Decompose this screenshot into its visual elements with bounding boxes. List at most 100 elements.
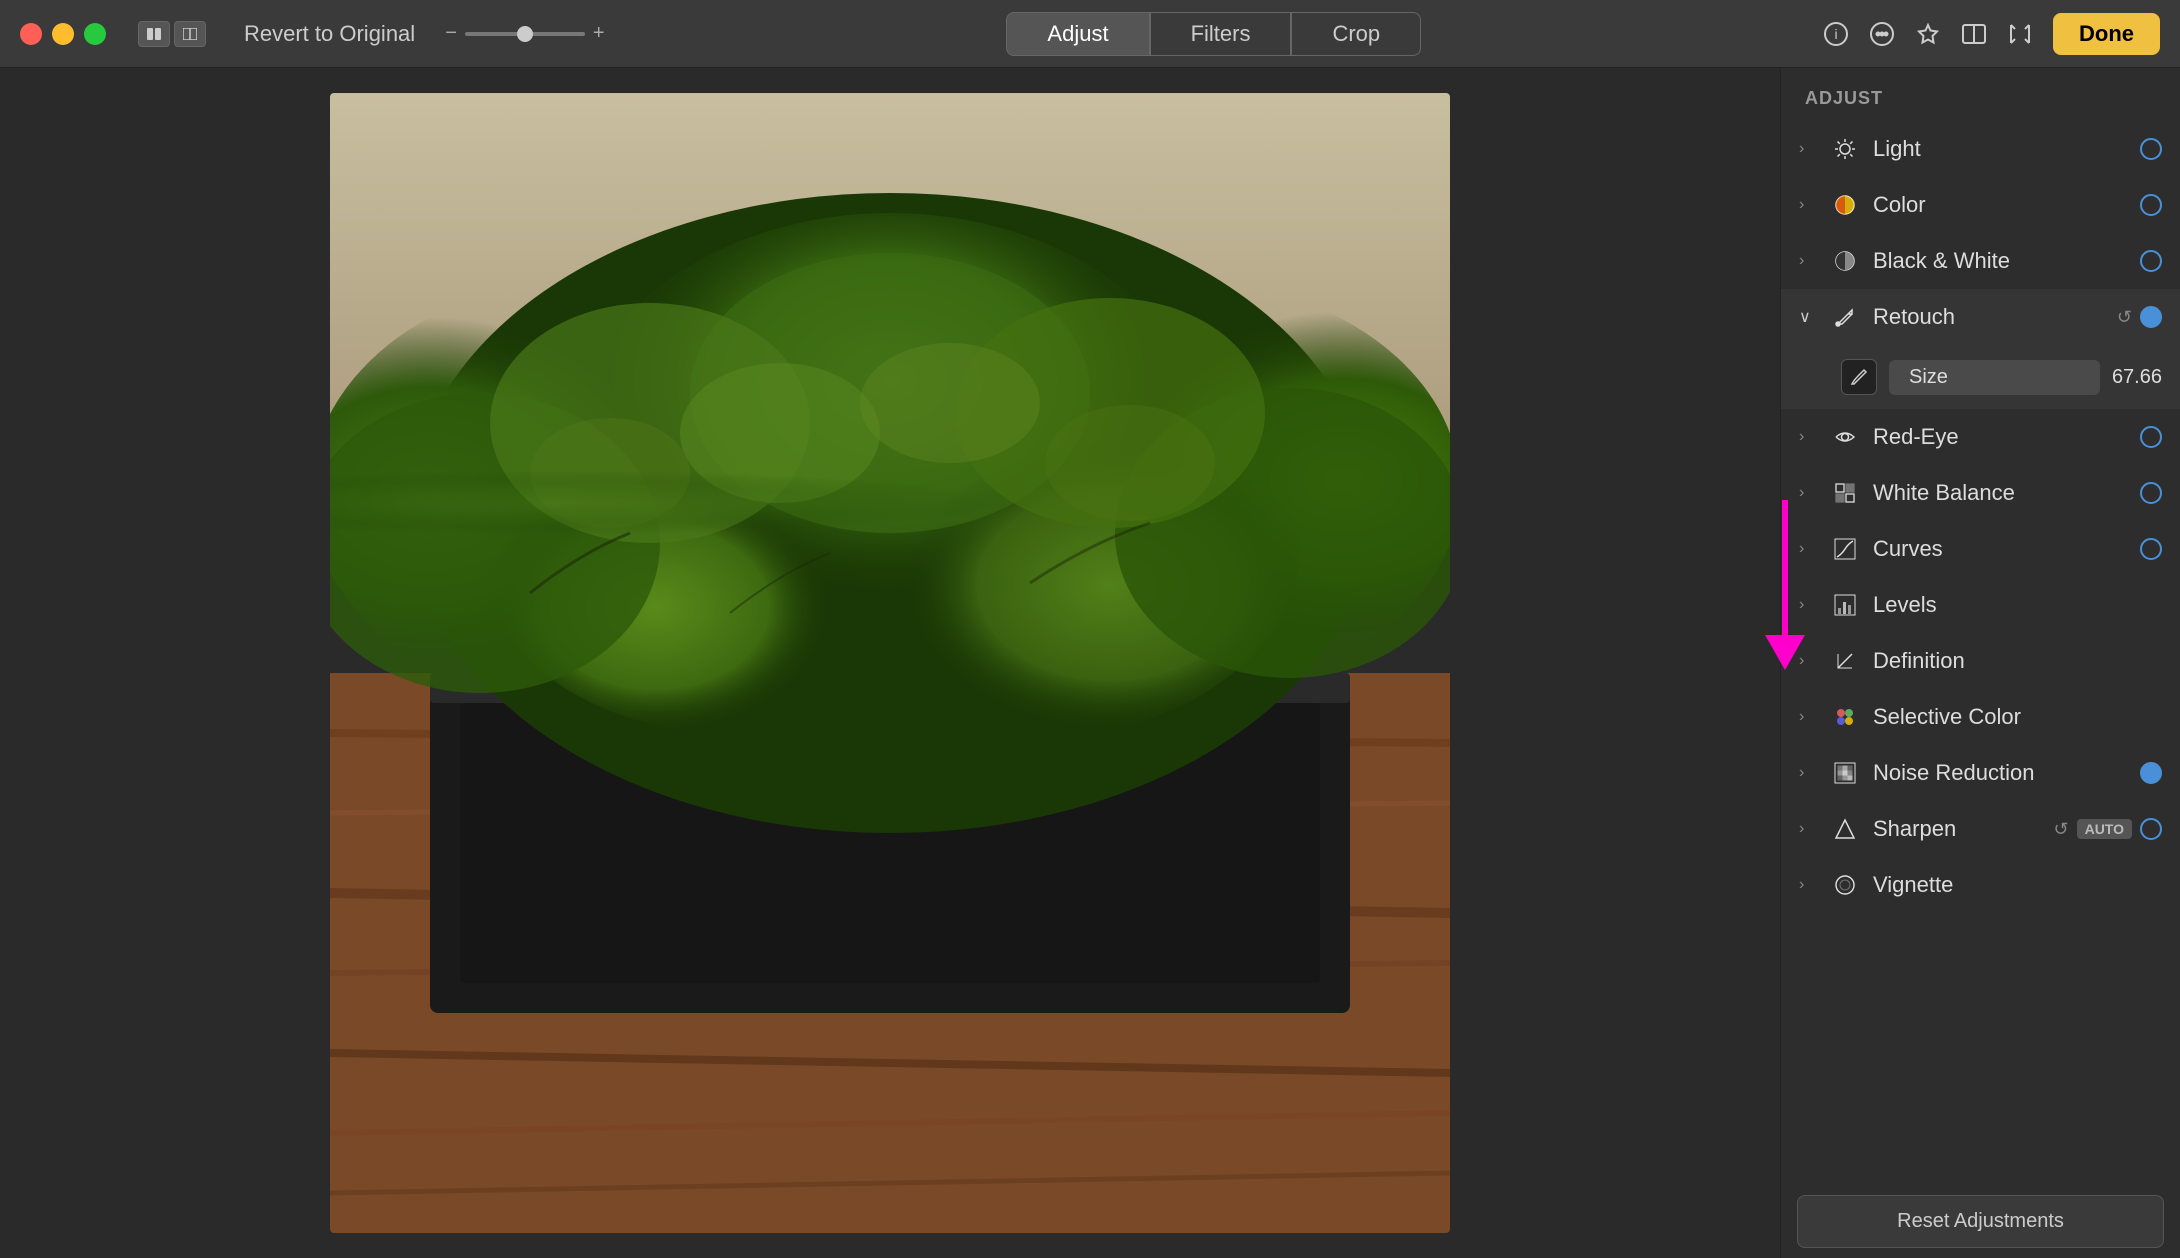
titlebar: Revert to Original − + Adjust Filters Cr… (0, 0, 2180, 68)
vignette-icon (1831, 871, 1859, 899)
right-panel: ADJUST › (1780, 68, 2180, 1258)
red-eye-indicator-area (2140, 426, 2162, 448)
retouch-brush-icon (1841, 359, 1877, 395)
adjust-item-curves[interactable]: › Curves (1781, 521, 2180, 577)
chevron-right-icon: › (1799, 652, 1817, 670)
black-white-label: Black & White (1873, 248, 2126, 274)
chevron-right-icon: › (1799, 484, 1817, 502)
color-indicator[interactable] (2140, 194, 2162, 216)
info-button[interactable]: i (1823, 21, 1849, 47)
reset-adjustments-button[interactable]: Reset Adjustments (1797, 1195, 2164, 1248)
white-balance-icon (1831, 479, 1859, 507)
noise-reduction-indicator-area (2140, 762, 2162, 784)
curves-indicator[interactable] (2140, 538, 2162, 560)
adjust-item-definition[interactable]: › Definition (1781, 633, 2180, 689)
traffic-lights (20, 23, 106, 45)
retouch-row[interactable]: ∨ Retouch ↺ (1781, 289, 2180, 345)
bw-indicator-area (2140, 250, 2162, 272)
tab-filters[interactable]: Filters (1150, 12, 1292, 56)
photo-canvas (330, 93, 1450, 1233)
more-button[interactable] (1869, 21, 1895, 47)
retouch-indicator-area: ↺ (2117, 306, 2162, 328)
zoom-plus-icon: + (593, 22, 605, 45)
adjust-list: › Light (1781, 121, 2180, 1185)
adjust-item-black-white[interactable]: › Black & White (1781, 233, 2180, 289)
zoom-minus-icon: − (445, 22, 457, 45)
sharpen-label: Sharpen (1873, 816, 2039, 842)
noise-reduction-icon (1831, 759, 1859, 787)
white-balance-indicator-area (2140, 482, 2162, 504)
transform-button[interactable] (2007, 21, 2033, 47)
favorites-button[interactable] (1915, 21, 1941, 47)
retouch-indicator[interactable] (2140, 306, 2162, 328)
white-balance-indicator[interactable] (2140, 482, 2162, 504)
compare-button[interactable] (1961, 21, 1987, 47)
levels-label: Levels (1873, 592, 2148, 618)
main-content: ADJUST › (0, 68, 2180, 1258)
image-area (0, 68, 1780, 1258)
curves-indicator-area (2140, 538, 2162, 560)
tab-crop[interactable]: Crop (1291, 12, 1421, 56)
chevron-right-icon: › (1799, 876, 1817, 894)
revert-button[interactable]: Revert to Original (230, 15, 429, 53)
tab-adjust[interactable]: Adjust (1006, 12, 1149, 56)
color-icon (1831, 191, 1859, 219)
photo (330, 93, 1450, 1233)
red-eye-label: Red-Eye (1873, 424, 2126, 450)
close-button[interactable] (20, 23, 42, 45)
adjust-item-noise-reduction[interactable]: › Noise Reduction (1781, 745, 2180, 801)
adjust-item-light[interactable]: › Light (1781, 121, 2180, 177)
fullscreen-button[interactable] (84, 23, 106, 45)
light-indicator-area (2140, 138, 2162, 160)
retouch-size-row: Size 67.66 (1781, 359, 2180, 409)
adjust-item-white-balance[interactable]: › White Balance (1781, 465, 2180, 521)
adjust-item-sharpen[interactable]: › Sharpen ↺ AUTO (1781, 801, 2180, 857)
window-controls (138, 21, 206, 47)
minimize-button[interactable] (52, 23, 74, 45)
retouch-undo-icon[interactable]: ↺ (2117, 307, 2132, 328)
svg-text:i: i (1834, 26, 1837, 42)
adjust-item-levels[interactable]: › Levels (1781, 577, 2180, 633)
retouch-size-value: 67.66 (2112, 366, 2162, 389)
sharpen-indicator[interactable] (2140, 818, 2162, 840)
color-label: Color (1873, 192, 2126, 218)
chevron-right-icon: › (1799, 252, 1817, 270)
levels-icon (1831, 591, 1859, 619)
sharpen-auto-badge: AUTO (2077, 819, 2132, 839)
zoom-slider[interactable] (465, 32, 585, 36)
adjust-item-color[interactable]: › Color (1781, 177, 2180, 233)
view-split-button[interactable] (174, 21, 206, 47)
adjust-item-selective-color[interactable]: › Selective Color (1781, 689, 2180, 745)
adjust-item-retouch[interactable]: ∨ Retouch ↺ (1781, 289, 2180, 409)
chevron-right-icon: › (1799, 596, 1817, 614)
bw-indicator[interactable] (2140, 250, 2162, 272)
black-white-icon (1831, 247, 1859, 275)
retouch-label: Retouch (1873, 304, 2103, 330)
photo-container (20, 88, 1760, 1238)
selective-color-label: Selective Color (1873, 704, 2148, 730)
noise-reduction-label: Noise Reduction (1873, 760, 2126, 786)
definition-icon (1831, 647, 1859, 675)
chevron-down-icon: ∨ (1799, 307, 1817, 327)
curves-label: Curves (1873, 536, 2126, 562)
retouch-size-label: Size (1889, 360, 2100, 395)
chevron-right-icon: › (1799, 140, 1817, 158)
panel-header: ADJUST (1781, 68, 2180, 121)
noise-reduction-indicator[interactable] (2140, 762, 2162, 784)
definition-label: Definition (1873, 648, 2148, 674)
done-button[interactable]: Done (2053, 13, 2160, 55)
red-eye-indicator[interactable] (2140, 426, 2162, 448)
light-indicator[interactable] (2140, 138, 2162, 160)
sharpen-icon (1831, 815, 1859, 843)
right-actions: i Done (1823, 13, 2160, 55)
selective-color-icon (1831, 703, 1859, 731)
tab-group: Adjust Filters Crop (621, 12, 1807, 56)
light-icon (1831, 135, 1859, 163)
chevron-right-icon: › (1799, 196, 1817, 214)
red-eye-icon (1831, 423, 1859, 451)
sharpen-undo-icon[interactable]: ↺ (2053, 819, 2068, 840)
view-single-button[interactable] (138, 21, 170, 47)
adjust-item-red-eye[interactable]: › Red-Eye (1781, 409, 2180, 465)
adjust-item-vignette[interactable]: › Vignette (1781, 857, 2180, 913)
light-label: Light (1873, 136, 2126, 162)
